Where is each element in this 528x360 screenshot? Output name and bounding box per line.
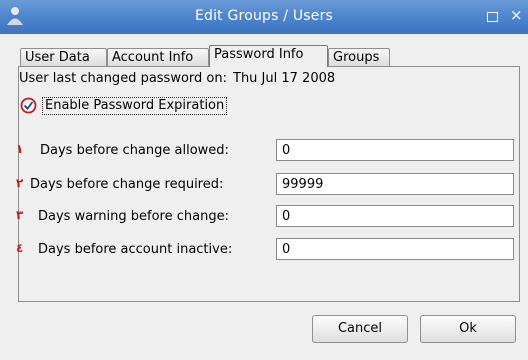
arabic-numeral-four-icon: ٤ <box>16 241 24 255</box>
days-before-change-required-label: Days before change required: <box>30 177 224 192</box>
tab-account-info[interactable]: Account Info <box>107 48 209 66</box>
arabic-numeral-one-icon: ١ <box>16 142 24 156</box>
days-before-account-inactive-field[interactable] <box>276 238 514 260</box>
ok-button[interactable]: Ok <box>420 315 516 343</box>
maximize-icon[interactable] <box>487 12 498 22</box>
days-before-change-required-field[interactable] <box>276 173 514 195</box>
last-changed-label: User last changed password on: <box>19 71 227 86</box>
last-changed-value: Thu Jul 17 2008 <box>233 71 336 86</box>
days-before-change-allowed-field[interactable] <box>276 139 514 161</box>
arabic-numeral-three-icon: ٣ <box>16 208 24 222</box>
tab-groups[interactable]: Groups <box>328 48 390 66</box>
close-icon[interactable]: × <box>510 6 523 24</box>
expiration-checkbox[interactable] <box>20 97 37 114</box>
last-changed-line: User last changed password on: Thu Jul 17… <box>19 71 335 86</box>
days-before-account-inactive-label: Days before account inactive: <box>38 242 233 257</box>
days-warning-before-change-label: Days warning before change: <box>38 209 229 224</box>
tab-user-data[interactable]: User Data <box>20 48 107 66</box>
days-warning-before-change-field[interactable] <box>276 205 514 227</box>
expiration-checkbox-label[interactable]: Enable Password Expiration <box>42 97 228 115</box>
title-bar[interactable]: Edit Groups / Users × <box>0 0 528 34</box>
cancel-button[interactable]: Cancel <box>312 315 408 343</box>
days-before-change-allowed-label: Days before change allowed: <box>40 143 229 158</box>
window-title: Edit Groups / Users <box>194 8 334 24</box>
arabic-numeral-two-icon: ٢ <box>16 176 24 190</box>
tab-password-info[interactable]: Password Info <box>209 45 328 67</box>
